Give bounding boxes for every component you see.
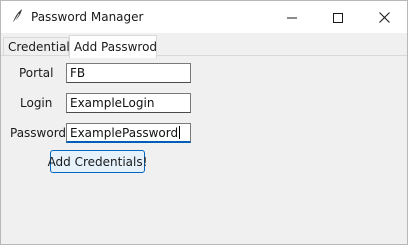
tab-credentials[interactable]: Credentials <box>3 37 76 56</box>
portal-label: Portal <box>19 66 54 80</box>
title-bar[interactable]: Password Manager <box>1 1 407 33</box>
password-label: Password <box>10 126 67 140</box>
maximize-button[interactable] <box>315 1 361 33</box>
feather-icon <box>10 8 24 26</box>
close-button[interactable] <box>361 1 407 33</box>
login-label: Login <box>20 96 53 110</box>
minimize-button[interactable] <box>269 1 315 33</box>
tab-add-password[interactable]: Add Passwrod <box>69 35 157 58</box>
window-title: Password Manager <box>31 10 144 24</box>
portal-field[interactable]: FB <box>66 63 191 83</box>
login-field[interactable]: ExampleLogin <box>66 93 191 113</box>
maximize-icon <box>333 8 343 27</box>
close-icon <box>378 8 390 27</box>
client-area: Credentials Add Passwrod Portal FB Login… <box>1 33 407 244</box>
password-field[interactable]: ExamplePassword <box>66 123 191 143</box>
add-credentials-button[interactable]: Add Credentials! <box>48 150 147 173</box>
minimize-icon <box>287 8 297 27</box>
add-password-panel: Portal FB Login ExampleLogin Password Ex… <box>1 55 407 244</box>
text-caret <box>179 126 181 139</box>
app-window: Password Manager Credentials Add Passwro… <box>0 0 408 245</box>
password-value: ExamplePassword <box>70 126 179 140</box>
